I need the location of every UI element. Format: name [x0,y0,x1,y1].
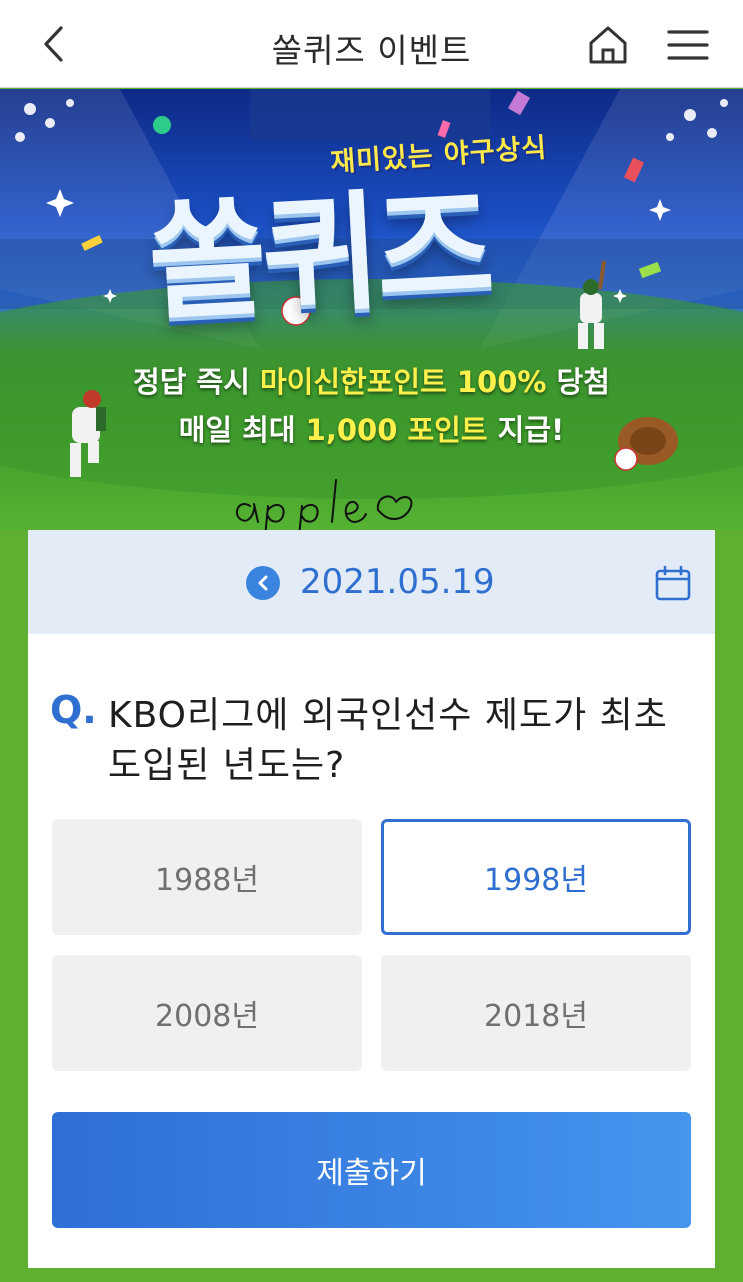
answer-option-2018[interactable]: 2018년 [381,955,691,1071]
answer-option-1988[interactable]: 1988년 [52,819,362,935]
submit-button[interactable]: 제출하기 [52,1112,691,1228]
date-bar: 2021.05.19 [28,530,715,634]
menu-button[interactable] [662,20,714,70]
banner-line1-suffix: 당첨 [546,365,610,399]
previous-date-button[interactable] [246,566,280,600]
banner-line2-highlight: 1,000 포인트 [305,413,488,447]
banner-line2-suffix: 지급! [487,413,565,447]
question-text-line-2: 도입된 년도는? [108,745,346,786]
hamburger-menu-icon [667,30,709,60]
question-text-line-1: KBO리그에 외국인선수 제도가 최초 [108,695,668,736]
banner-line1-prefix: 정답 즉시 [133,365,260,399]
event-banner: 재미있는 야구상식 쏠퀴즈 정답 즉시 마이신한포인트 100% 당첨 매일 최… [0,89,743,530]
banner-title: 쏠퀴즈 [144,172,494,339]
banner-line1-highlight: 마이신한포인트 100% [260,365,547,399]
calendar-icon [655,565,691,601]
quiz-date: 2021.05.19 [300,562,495,602]
home-icon [589,26,627,64]
answer-option-1998-selected[interactable]: 1998년 [381,819,691,935]
question-marker: Q. [50,688,97,732]
banner-line2-prefix: 매일 최대 [178,413,306,447]
home-button[interactable] [582,20,634,70]
chevron-left-icon [258,575,268,591]
top-app-bar: 쏠퀴즈 이벤트 [0,0,743,88]
calendar-button[interactable] [654,564,692,602]
banner-promo-line-1: 정답 즉시 마이신한포인트 100% 당첨 [0,359,743,401]
quiz-card: 2021.05.19 Q. KBO리그에 외국인선수 제도가 최초 도입된 년도… [28,530,715,1268]
answer-option-2008[interactable]: 2008년 [52,955,362,1071]
banner-promo-line-2: 매일 최대 1,000 포인트 지급! [0,407,743,449]
